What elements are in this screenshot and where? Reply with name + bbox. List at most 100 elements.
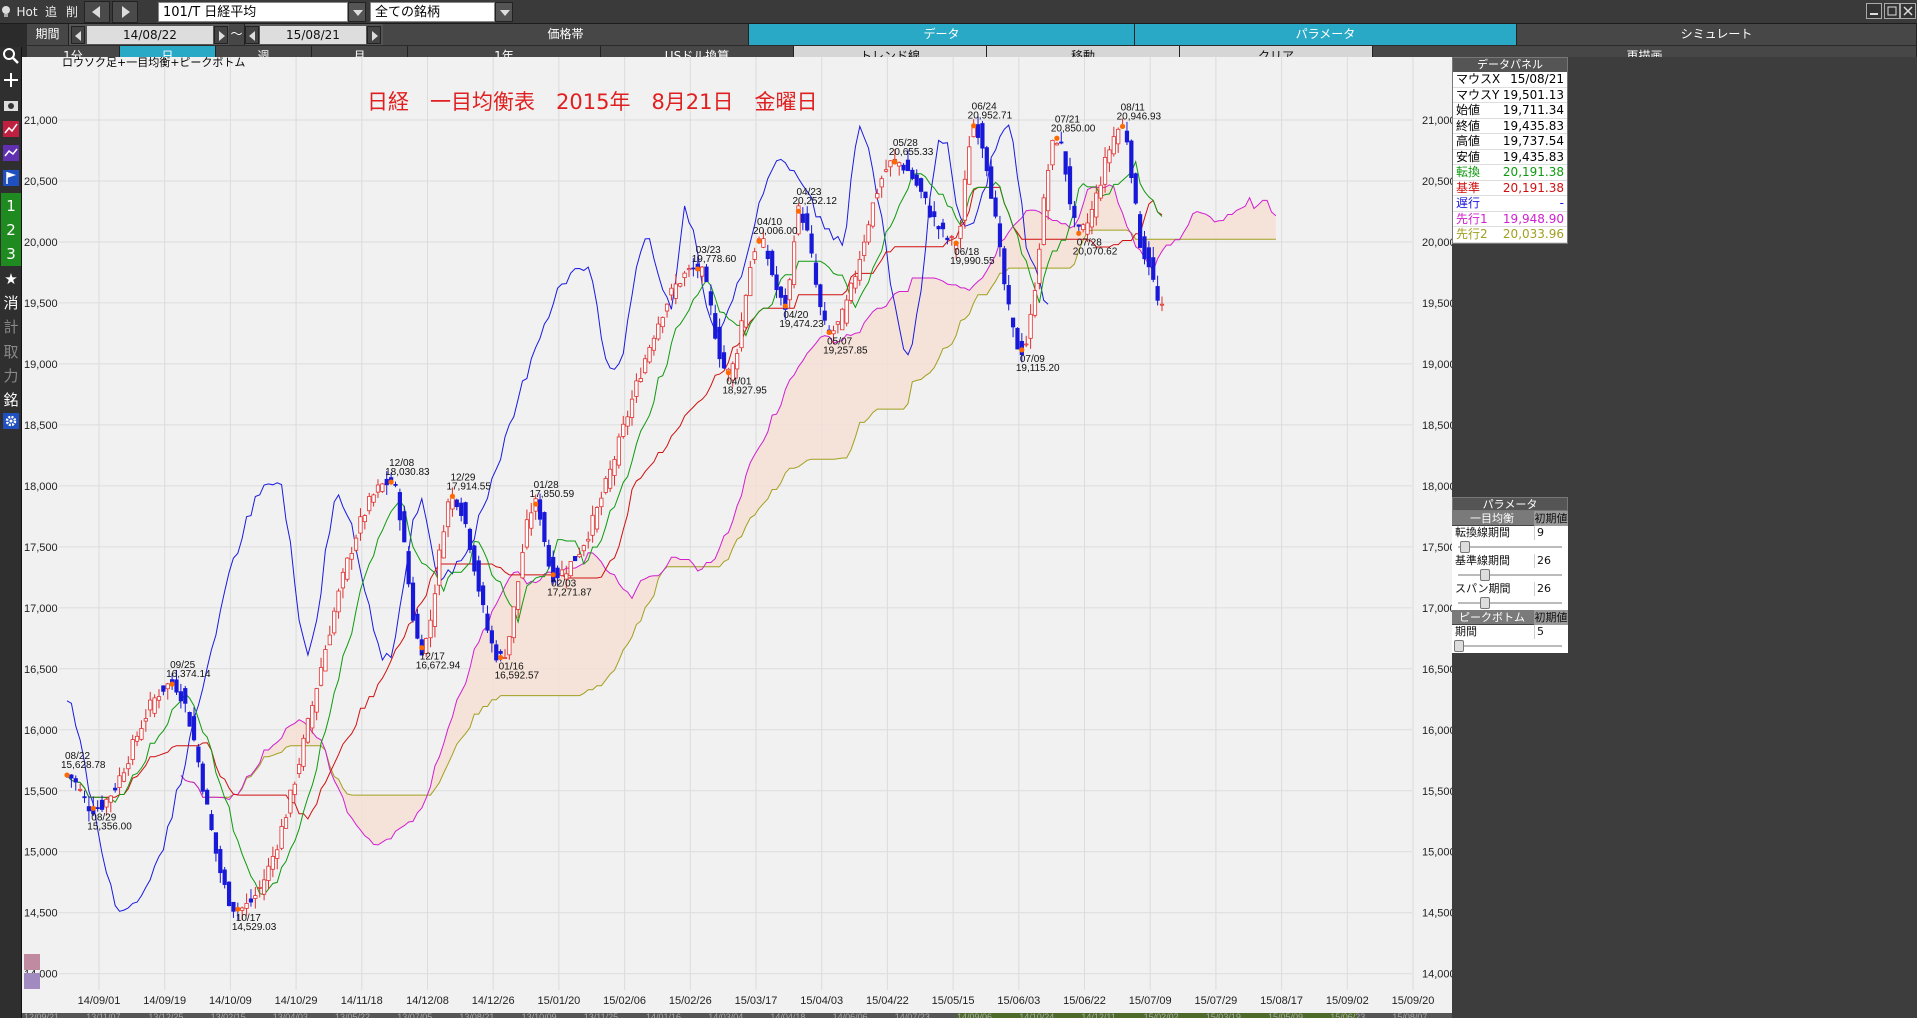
candle-body [498,651,503,654]
span-slider[interactable] [1452,596,1568,610]
end-date-input[interactable]: 15/08/21 [260,26,366,44]
candle-body [279,826,284,849]
flag-icon[interactable] [1,169,21,195]
candle-body [288,789,293,814]
bulb-icon[interactable] [0,0,12,24]
end-prev-arrow-icon[interactable] [245,26,259,44]
data-row: 終値 19,435.83 [1453,118,1567,134]
candle-body [1010,317,1016,328]
candle-body [1063,151,1068,175]
search-icon[interactable] [1,47,21,73]
tool-11[interactable]: 計 [1,314,21,340]
navigator-tick-label: 13/02/15 [211,1012,246,1018]
filter-select[interactable]: 全ての銘柄 [370,2,495,22]
hot-button[interactable]: Hot [14,0,40,24]
symbol-dropdown-icon[interactable] [348,2,366,22]
peak-value-label: 18,927.95 [722,386,767,397]
x-tick-label: 15/07/09 [1129,995,1172,1007]
ichimoku-chart[interactable]: 21,000 21,000 20,500 20,500 20,000 20,000 19,5… [22,57,1452,1018]
x-tick-label: 15/05/15 [932,995,975,1007]
tool-12[interactable]: 取 [1,339,21,365]
gear-icon[interactable] [1,412,21,438]
candle-body [410,582,416,621]
peak-marker [90,805,96,811]
candle-body [187,712,192,727]
kijun-slider-handle[interactable] [1480,569,1490,581]
y-tick-label-right: 21,000 [1422,115,1452,127]
tool-8[interactable]: 3 [1,241,21,268]
span-slider-handle[interactable] [1480,597,1490,609]
candle-body [848,282,854,301]
crosshair-icon[interactable] [1,71,21,97]
close-icon[interactable] [1900,3,1916,19]
candle-body [323,649,328,672]
tool-7[interactable]: 2 [1,217,21,244]
data-row-value: 19,435.83 [1502,118,1564,133]
start-prev-arrow-icon[interactable] [71,26,85,44]
indicator-icon[interactable] [1,144,21,170]
peak-bottom-section: ピークボトム 初期値 [1452,610,1568,625]
tenkan-slider-handle[interactable] [1460,541,1470,553]
candle-body [901,164,906,171]
kijun-slider[interactable] [1452,568,1568,582]
maximize-icon[interactable] [1884,3,1900,19]
candle-body [327,634,332,646]
tab-price-band[interactable]: 価格帯 [383,24,749,45]
tool-13[interactable]: 力 [1,363,21,389]
candle-body [191,716,197,741]
tenkan-input[interactable]: 9 [1534,526,1568,540]
candle-body [993,197,998,217]
candle-body [735,353,740,370]
ichimoku-reset-button[interactable]: 初期値 [1534,511,1568,526]
candle-body [297,764,302,775]
tab-simulate[interactable]: シミュレート [1517,24,1917,45]
data-row-key: 安値 [1456,149,1481,164]
tool-6[interactable]: 1 [1,192,21,219]
prev-button[interactable] [84,1,110,23]
candle-body [108,795,113,803]
add-button[interactable]: 追 [41,0,61,24]
candle-body [1111,136,1116,155]
x-tick-label: 15/01/20 [537,995,580,1007]
pb-period-input[interactable]: 5 [1534,625,1568,639]
start-date-input[interactable]: 14/08/22 [87,26,213,44]
end-next-arrow-icon[interactable] [367,26,381,44]
peak-marker [388,479,394,485]
candle-body [205,789,210,805]
tool-label: 2 [6,221,16,240]
data-row-value: 20,191.38 [1502,180,1564,195]
candle-body [301,737,306,767]
peak-marker [826,329,832,336]
tab-parameters[interactable]: パラメータ [1135,24,1517,45]
candle-body [888,160,893,168]
tool-9[interactable]: ★ [1,265,21,292]
delete-button[interactable]: 削 [62,0,82,24]
candle-body [897,162,902,167]
filter-dropdown-icon[interactable] [495,2,513,22]
x-tick-label: 15/06/03 [997,995,1040,1007]
pb-period-slider[interactable] [1452,639,1568,653]
candle-body [778,286,784,298]
peak-bottom-reset-button[interactable]: 初期値 [1534,610,1568,625]
candle-body [805,213,810,231]
kijun-input[interactable]: 26 [1534,554,1568,568]
minimize-icon[interactable] [1866,3,1882,19]
line-chart-icon[interactable] [1,120,21,146]
start-next-arrow-icon[interactable] [214,26,228,44]
tab-data[interactable]: データ [749,24,1135,45]
tool-10[interactable]: 消 [1,290,21,316]
kijun-row: 基準線期間 26 [1452,554,1568,568]
candle-body [1067,166,1073,205]
pb-period-slider-handle[interactable] [1454,640,1464,652]
camera-icon[interactable] [1,96,21,122]
candle-body [113,787,118,791]
next-button[interactable] [112,1,138,23]
span-input[interactable]: 26 [1534,582,1568,596]
tenkan-slider[interactable] [1452,540,1568,554]
tool-14[interactable]: 銘 [1,387,21,413]
candle-body [266,865,271,881]
symbol-select[interactable]: 101/T 日経平均 [158,2,348,22]
candle-body [1085,222,1090,235]
y-tick-label-right: 19,500 [1422,298,1452,310]
candle-body [840,308,845,331]
